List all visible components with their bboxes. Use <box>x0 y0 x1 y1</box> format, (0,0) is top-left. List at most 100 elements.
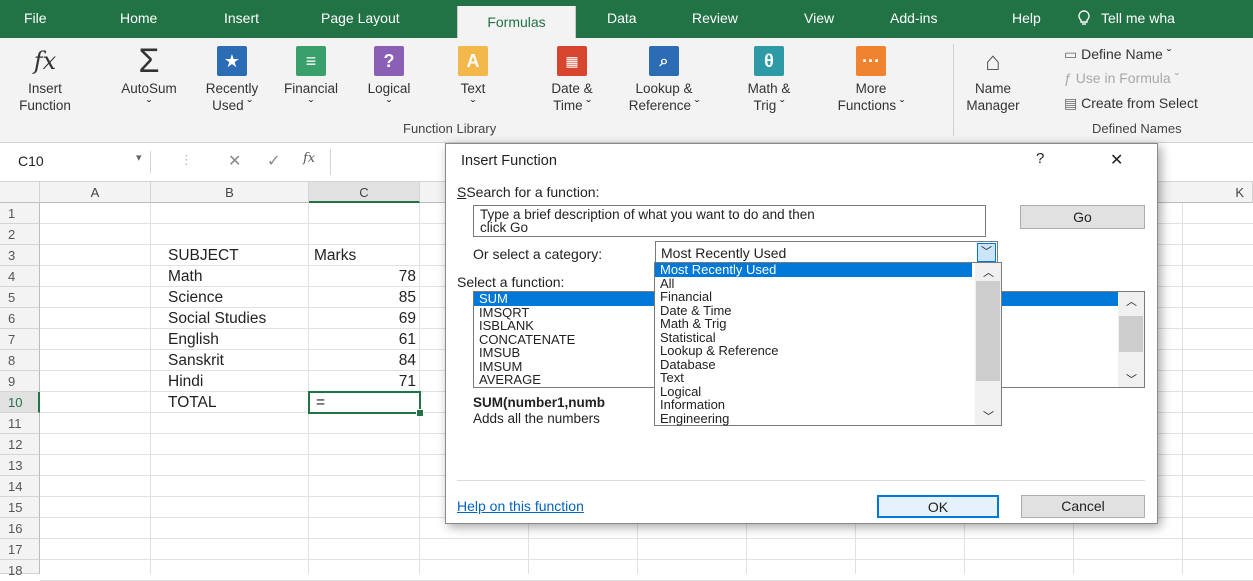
chevron-down-icon[interactable]: ▾ <box>136 151 142 164</box>
dropdown-option[interactable]: Text <box>655 371 1001 385</box>
chevron-down-icon[interactable]: ﹀ <box>1126 371 1137 387</box>
dropdown-option[interactable]: Math & Trig <box>655 317 1001 331</box>
category-dropdown-list[interactable]: Most Recently Used All Financial Date & … <box>654 262 1002 426</box>
scrollbar-thumb[interactable] <box>1119 316 1143 352</box>
tab-home[interactable]: Home <box>120 10 157 26</box>
dropdown-option[interactable]: Statistical <box>655 330 1001 345</box>
dropdown-option[interactable]: Database <box>655 357 1001 372</box>
help-button[interactable]: ? <box>1036 150 1044 167</box>
row-header[interactable]: 15 <box>0 497 40 518</box>
drag-handle-icon[interactable]: ⋮ <box>180 152 193 168</box>
name-box[interactable]: C10 ▾ <box>0 151 151 173</box>
tab-page-layout[interactable]: Page Layout <box>321 10 400 26</box>
search-input[interactable]: Type a brief description of what you wan… <box>473 205 986 237</box>
chevron-down-icon[interactable]: ﹀ <box>977 243 996 262</box>
autosum-button[interactable]: Σ AutoSum ˇ <box>118 44 180 114</box>
lightbulb-icon[interactable] <box>1077 10 1091 29</box>
dropdown-option[interactable]: All <box>655 276 1001 291</box>
cell-subject[interactable]: Science <box>168 287 223 308</box>
row-header[interactable]: 5 <box>0 287 40 308</box>
tab-review[interactable]: Review <box>692 10 738 26</box>
dropdown-option[interactable]: Lookup & Reference <box>655 344 1001 358</box>
cell-subject[interactable]: Social Studies <box>168 308 266 329</box>
dropdown-option[interactable]: Logical <box>655 384 1001 399</box>
column-header-a[interactable]: A <box>40 182 151 203</box>
column-header-c[interactable]: C <box>309 182 420 203</box>
dropdown-scrollbar[interactable]: ︿ ﹀ <box>975 263 1001 425</box>
cell-marks[interactable]: 61 <box>309 329 416 350</box>
close-icon[interactable]: ✕ <box>1110 150 1123 170</box>
tab-view[interactable]: View <box>804 10 834 26</box>
chevron-down-icon[interactable]: ﹀ <box>983 408 994 424</box>
lookup-reference-button[interactable]: ⌕ Lookup & Reference ˇ <box>620 46 708 114</box>
cell-subject[interactable]: English <box>168 329 219 350</box>
logical-button[interactable]: ? Logical ˇ <box>358 46 420 114</box>
row-header-active[interactable]: 10 <box>0 392 40 413</box>
tab-help[interactable]: Help <box>1012 10 1041 26</box>
help-link[interactable]: Help on this function <box>457 498 584 514</box>
chevron-up-icon[interactable]: ︿ <box>1126 293 1137 309</box>
math-trig-button[interactable]: θ Math & Trig ˇ <box>738 46 800 114</box>
date-time-button[interactable]: ▦ Date & Time ˇ <box>542 46 602 114</box>
tab-add-ins[interactable]: Add-ins <box>890 10 937 26</box>
cell-marks[interactable]: 85 <box>309 287 416 308</box>
define-name-button[interactable]: ▭ Define Name ˇ <box>1064 46 1171 63</box>
cell-subject[interactable]: Hindi <box>168 371 203 392</box>
cell-total-label[interactable]: TOTAL <box>168 392 217 413</box>
cancel-icon[interactable]: ✕ <box>228 151 241 171</box>
more-functions-button[interactable]: ··· More Functions ˇ <box>822 46 920 114</box>
row-header[interactable]: 13 <box>0 455 40 476</box>
name-manager-button[interactable]: ⌂ Name Manager <box>962 46 1024 114</box>
dropdown-option[interactable]: Information <box>655 398 1001 412</box>
cancel-button[interactable]: Cancel <box>1021 495 1145 518</box>
ok-button[interactable]: OK <box>877 495 999 518</box>
tab-formulas[interactable]: Formulas <box>457 6 576 38</box>
row-header[interactable]: 4 <box>0 266 40 287</box>
recently-used-button[interactable]: ★ Recently Used ˇ <box>201 46 263 114</box>
row-header[interactable]: 17 <box>0 539 40 560</box>
tell-me-search[interactable]: Tell me wha <box>1101 10 1175 26</box>
active-cell-c10[interactable]: = <box>308 391 421 414</box>
go-button[interactable]: Go <box>1020 205 1145 229</box>
row-header[interactable]: 2 <box>0 224 40 245</box>
cell-marks[interactable]: 69 <box>309 308 416 329</box>
scrollbar-thumb[interactable] <box>976 281 1000 381</box>
financial-button[interactable]: ≡ Financial ˇ <box>275 46 347 114</box>
row-header[interactable]: 6 <box>0 308 40 329</box>
cell-subject[interactable]: Math <box>168 266 202 287</box>
column-header-k[interactable]: K <box>1158 182 1253 203</box>
cell-marks-header[interactable]: Marks <box>314 245 356 266</box>
insert-function-icon[interactable]: fx <box>303 151 315 166</box>
enter-check-icon[interactable]: ✓ <box>267 151 280 171</box>
tab-data[interactable]: Data <box>607 10 637 26</box>
row-header[interactable]: 3 <box>0 245 40 266</box>
tab-file[interactable]: File <box>24 10 47 26</box>
dropdown-option[interactable]: Engineering <box>655 411 1001 426</box>
insert-function-button[interactable]: fx Insert Function <box>14 46 76 114</box>
create-from-selection-button[interactable]: ▤ Create from Select <box>1064 95 1198 112</box>
row-header[interactable]: 14 <box>0 476 40 497</box>
formula-input[interactable] <box>333 149 445 175</box>
cell-subject[interactable]: Sanskrit <box>168 350 224 371</box>
dropdown-option[interactable]: Financial <box>655 290 1001 304</box>
dropdown-option[interactable]: Date & Time <box>655 303 1001 318</box>
chevron-up-icon[interactable]: ︿ <box>983 264 994 280</box>
row-header[interactable]: 1 <box>0 203 40 224</box>
cell-marks[interactable]: 78 <box>309 266 416 287</box>
column-header-b[interactable]: B <box>151 182 309 203</box>
text-button[interactable]: A Text ˇ <box>448 46 498 114</box>
use-in-formula-button[interactable]: ƒ Use in Formula ˇ <box>1064 70 1179 86</box>
fill-handle[interactable] <box>416 409 424 417</box>
cell-marks[interactable]: 71 <box>309 371 416 392</box>
cell-subject-header[interactable]: SUBJECT <box>168 245 239 266</box>
select-all-corner[interactable] <box>0 182 40 203</box>
row-header[interactable]: 11 <box>0 413 40 434</box>
function-list-scrollbar[interactable]: ︿ ﹀ <box>1118 292 1144 387</box>
row-header[interactable]: 9 <box>0 371 40 392</box>
row-header[interactable]: 8 <box>0 350 40 371</box>
cell-marks[interactable]: 84 <box>309 350 416 371</box>
row-header[interactable]: 12 <box>0 434 40 455</box>
row-header[interactable]: 7 <box>0 329 40 350</box>
tab-insert[interactable]: Insert <box>224 10 259 26</box>
dropdown-option[interactable]: Most Recently Used <box>655 263 972 277</box>
